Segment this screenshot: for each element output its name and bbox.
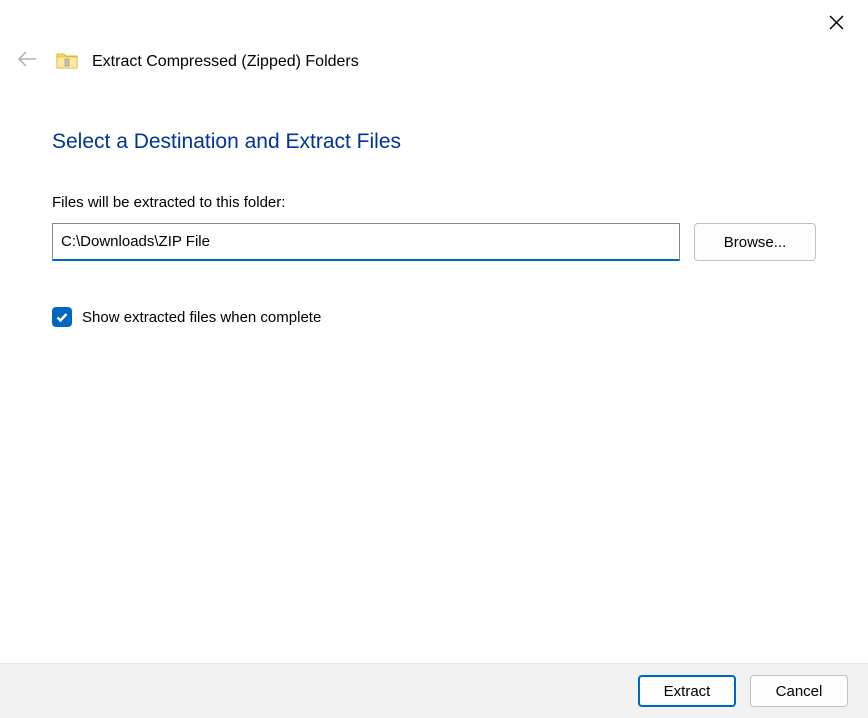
- folder-zip-icon: [56, 51, 78, 74]
- checkmark-icon: [55, 310, 69, 324]
- destination-path-input[interactable]: [52, 223, 680, 261]
- path-row: Browse...: [52, 223, 816, 261]
- show-files-checkbox-row: Show extracted files when complete: [52, 307, 816, 327]
- wizard-content: Select a Destination and Extract Files F…: [0, 74, 868, 327]
- show-files-checkbox-label: Show extracted files when complete: [82, 309, 321, 326]
- extract-button[interactable]: Extract: [638, 675, 736, 707]
- browse-button[interactable]: Browse...: [694, 223, 816, 261]
- show-files-checkbox[interactable]: [52, 307, 72, 327]
- wizard-header: Extract Compressed (Zipped) Folders: [0, 0, 868, 74]
- page-heading: Select a Destination and Extract Files: [52, 130, 816, 154]
- back-arrow: [12, 50, 42, 74]
- close-icon: [829, 15, 844, 30]
- wizard-title: Extract Compressed (Zipped) Folders: [92, 53, 359, 71]
- wizard-footer: Extract Cancel: [0, 663, 868, 718]
- path-label: Files will be extracted to this folder:: [52, 194, 816, 211]
- close-button[interactable]: [821, 8, 852, 38]
- cancel-button[interactable]: Cancel: [750, 675, 848, 707]
